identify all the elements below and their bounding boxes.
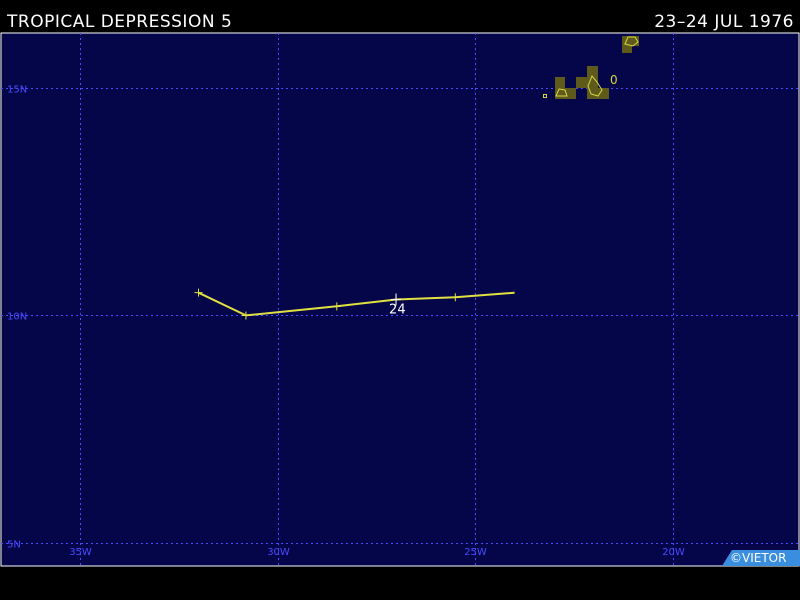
island-block xyxy=(576,77,587,88)
lon-label: 25W xyxy=(464,547,487,558)
storm-title: TROPICAL DEPRESSION 5 xyxy=(7,12,233,32)
storm-dates: 23–24 JUL 1976 xyxy=(654,12,794,32)
lat-label: 15N xyxy=(7,85,27,96)
credit-label: ©VIETOR xyxy=(730,551,787,565)
lon-label: 20W xyxy=(662,547,685,558)
lat-label: 5N xyxy=(7,540,21,551)
island-label: 0 xyxy=(610,73,618,87)
lon-label: 35W xyxy=(69,547,92,558)
storm-track-map: 15N 10N 5N 35W 30W 25W 20W 0 24 xyxy=(0,32,800,567)
lat-label: 10N xyxy=(7,312,27,323)
lon-label: 30W xyxy=(267,547,290,558)
date-marker-label: 24 xyxy=(389,303,406,318)
